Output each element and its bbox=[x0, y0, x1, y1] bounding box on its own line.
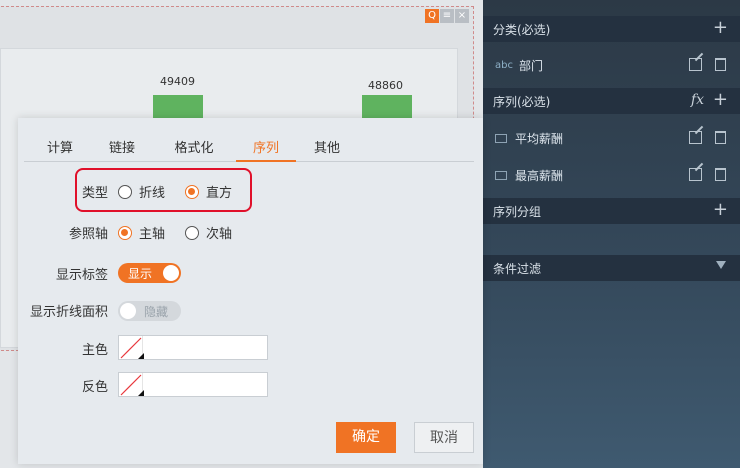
inverse-color-picker[interactable] bbox=[118, 372, 268, 397]
edit-icon[interactable] bbox=[689, 131, 702, 144]
category-section-header: 分类(必选) + bbox=[483, 16, 740, 42]
series-field-item[interactable]: 最高薪酬 bbox=[483, 160, 740, 190]
edit-icon[interactable] bbox=[689, 168, 702, 181]
ok-button[interactable]: 确定 bbox=[336, 422, 396, 453]
inverse-color-label: 反色 bbox=[81, 380, 108, 395]
add-series-icon[interactable]: + bbox=[713, 91, 728, 109]
trash-icon[interactable] bbox=[715, 58, 726, 71]
series-field-label: 平均薪酬 bbox=[515, 131, 564, 146]
axis-label: 参照轴 bbox=[68, 227, 108, 242]
main-color-picker[interactable] bbox=[118, 335, 268, 360]
main-color-label: 主色 bbox=[81, 343, 108, 358]
edit-icon[interactable] bbox=[689, 58, 702, 71]
category-field-label: 部门 bbox=[518, 58, 543, 73]
radio-circle-icon bbox=[185, 225, 199, 240]
tab-link[interactable]: 链接 bbox=[99, 136, 145, 162]
annotation-highlight-box bbox=[75, 168, 252, 212]
settings-icon[interactable]: ≡ bbox=[440, 9, 454, 23]
dialog-tabs: 计算 链接 格式化 序列 其他 bbox=[24, 136, 474, 162]
series-group-title: 序列分组 bbox=[493, 204, 542, 219]
tab-other[interactable]: 其他 bbox=[304, 136, 350, 162]
axis-radio-primary[interactable]: 主轴 bbox=[118, 223, 165, 242]
add-category-icon[interactable]: + bbox=[713, 19, 728, 37]
add-group-icon[interactable]: + bbox=[713, 201, 728, 219]
data-config-panel: 分类(必选) + abc 部门 序列(必选) fx + 平均薪酬 最高薪酬 序列… bbox=[483, 0, 740, 468]
widget-toolbar: Q ≡ × bbox=[425, 9, 469, 23]
trash-icon[interactable] bbox=[715, 131, 726, 144]
category-field-item[interactable]: abc 部门 bbox=[483, 50, 740, 80]
dropdown-corner-icon bbox=[137, 390, 144, 396]
line-area-toggle-text: 隐藏 bbox=[144, 304, 169, 319]
filter-section-title: 条件过滤 bbox=[493, 261, 542, 276]
tab-series[interactable]: 序列 bbox=[236, 136, 296, 162]
filter-section-header: 条件过滤 bbox=[483, 255, 740, 281]
show-label-toggle[interactable]: 显示 bbox=[118, 263, 181, 283]
series-field-item[interactable]: 平均薪酬 bbox=[483, 123, 740, 153]
tab-format[interactable]: 格式化 bbox=[164, 136, 224, 162]
toggle-knob bbox=[120, 303, 136, 319]
tab-calc[interactable]: 计算 bbox=[37, 136, 83, 162]
series-field-label: 最高薪酬 bbox=[515, 168, 564, 183]
formula-icon[interactable]: fx bbox=[691, 92, 704, 108]
show-label-label: 显示标签 bbox=[55, 268, 108, 283]
series-section-title: 序列(必选) bbox=[493, 94, 551, 109]
radio-checked-icon bbox=[118, 225, 132, 240]
series-section-header: 序列(必选) fx + bbox=[483, 88, 740, 114]
bar-data-label: 49409 bbox=[160, 75, 195, 88]
bar-data-label: 48860 bbox=[368, 79, 403, 92]
filter-icon[interactable] bbox=[716, 261, 726, 269]
dropdown-corner-icon bbox=[137, 353, 144, 359]
line-area-toggle[interactable]: 隐藏 bbox=[118, 301, 181, 321]
close-icon[interactable]: × bbox=[455, 9, 469, 23]
axis-radio-primary-label: 主轴 bbox=[139, 227, 166, 242]
measure-icon bbox=[495, 133, 507, 143]
cancel-button[interactable]: 取消 bbox=[414, 422, 474, 453]
trash-icon[interactable] bbox=[715, 168, 726, 181]
axis-radio-secondary[interactable]: 次轴 bbox=[185, 223, 232, 242]
search-icon[interactable]: Q bbox=[425, 9, 439, 23]
series-group-section-header: 序列分组 + bbox=[483, 198, 740, 224]
axis-radio-secondary-label: 次轴 bbox=[206, 227, 233, 242]
show-label-toggle-text: 显示 bbox=[128, 266, 153, 281]
category-section-title: 分类(必选) bbox=[493, 22, 551, 37]
line-area-label: 显示折线面积 bbox=[29, 305, 108, 320]
toggle-knob bbox=[163, 265, 179, 281]
text-type-icon: abc bbox=[495, 59, 513, 71]
measure-icon bbox=[495, 170, 507, 180]
